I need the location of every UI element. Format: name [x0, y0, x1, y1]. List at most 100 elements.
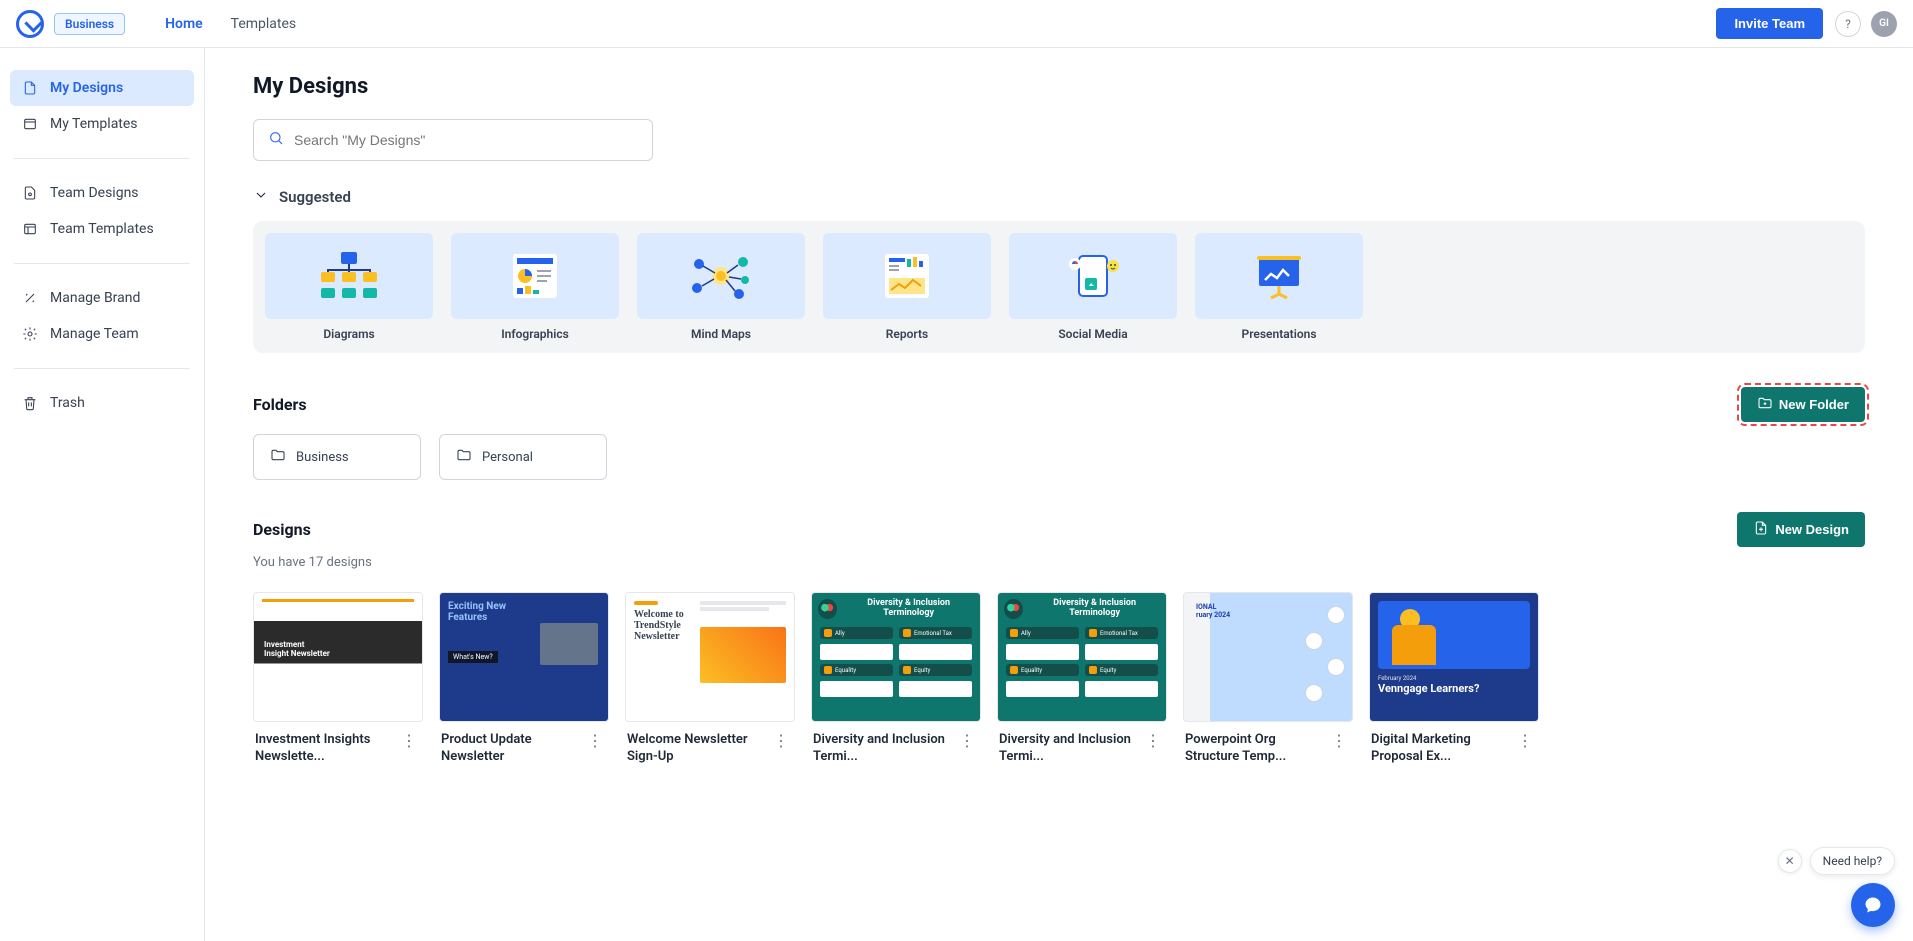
nav-home[interactable]: Home [165, 16, 203, 32]
chat-fab[interactable] [1851, 883, 1895, 927]
help-button[interactable]: ? [1835, 11, 1861, 37]
sidebar-label: My Designs [50, 80, 123, 96]
design-thumbnail: February 2024 Venngage Learners? [1369, 592, 1539, 722]
sidebar-label: Team Designs [50, 185, 139, 201]
design-thumbnail: IONALruary 2024 [1183, 592, 1353, 722]
design-title: Powerpoint Org Structure Temp... [1185, 732, 1325, 766]
gear-icon [22, 326, 38, 342]
sidebar-item-team-designs[interactable]: Team Designs [10, 175, 194, 211]
template-icon [22, 116, 38, 132]
design-title: Diversity and Inclusion Termi... [999, 732, 1139, 766]
folder-personal[interactable]: Personal [439, 434, 607, 480]
designs-grid: InvestmentInsight Newsletter Investment … [253, 592, 1865, 766]
plan-badge[interactable]: Business [54, 13, 125, 35]
team-template-icon [22, 221, 38, 237]
folder-business[interactable]: Business [253, 434, 421, 480]
suggested-reports[interactable]: Reports [823, 233, 991, 341]
topbar: Business Home Templates Invite Team ? GI [0, 0, 1913, 48]
close-icon: ✕ [1785, 854, 1795, 868]
design-title: Diversity and Inclusion Termi... [813, 732, 953, 766]
design-menu-button[interactable]: ⋮ [583, 732, 607, 752]
team-file-icon [22, 185, 38, 201]
mindmap-icon [689, 250, 753, 302]
suggested-infographics[interactable]: Infographics [451, 233, 619, 341]
new-folder-button[interactable]: New Folder [1741, 387, 1865, 422]
suggested-toggle[interactable]: Suggested [253, 187, 1865, 207]
design-thumbnail: Diversity & Inclusion Terminology AllyEm… [997, 592, 1167, 722]
chat-icon [1863, 895, 1883, 915]
main-content: My Designs Suggested Diagrams Infographi… [205, 48, 1913, 941]
folder-label: Personal [482, 450, 533, 465]
close-help-button[interactable]: ✕ [1778, 849, 1802, 873]
button-label: New Folder [1779, 397, 1849, 412]
top-nav: Home Templates [165, 16, 296, 32]
search-input[interactable] [294, 132, 638, 148]
suggested-label: Diagrams [265, 327, 433, 341]
diagram-icon [317, 250, 381, 302]
file-plus-icon [1753, 520, 1769, 539]
file-icon [22, 80, 38, 96]
suggested-mindmaps[interactable]: Mind Maps [637, 233, 805, 341]
design-menu-button[interactable]: ⋮ [1513, 732, 1537, 752]
design-thumbnail: Welcome toTrendStyleNewsletter [625, 592, 795, 722]
button-label: New Design [1775, 522, 1849, 537]
sidebar-item-manage-team[interactable]: Manage Team [10, 316, 194, 352]
designs-heading: Designs [253, 520, 311, 539]
design-card[interactable]: Diversity & Inclusion Terminology AllyEm… [811, 592, 981, 766]
design-menu-button[interactable]: ⋮ [769, 732, 793, 752]
invite-team-button[interactable]: Invite Team [1716, 8, 1823, 39]
design-card[interactable]: Welcome toTrendStyleNewsletter Welcome N… [625, 592, 795, 766]
design-card[interactable]: February 2024 Venngage Learners? Digital… [1369, 592, 1539, 766]
sidebar-label: Team Templates [50, 221, 154, 237]
sidebar-item-team-templates[interactable]: Team Templates [10, 211, 194, 247]
design-card[interactable]: InvestmentInsight Newsletter Investment … [253, 592, 423, 766]
suggested-label: Mind Maps [637, 327, 805, 341]
sidebar-label: Trash [50, 395, 85, 411]
folder-plus-icon [1757, 395, 1773, 414]
user-avatar[interactable]: GI [1871, 11, 1897, 37]
new-design-button[interactable]: New Design [1737, 512, 1865, 547]
infographic-icon [503, 250, 567, 302]
design-title: Digital Marketing Proposal Ex... [1371, 732, 1511, 766]
design-thumbnail: InvestmentInsight Newsletter [253, 592, 423, 722]
design-card[interactable]: Exciting NewFeatures What's New? Product… [439, 592, 609, 766]
help-widget: ✕ Need help? [1778, 847, 1895, 875]
design-title: Product Update Newsletter [441, 732, 581, 766]
sidebar-item-my-designs[interactable]: My Designs [10, 70, 194, 106]
suggested-presentations[interactable]: Presentations [1195, 233, 1363, 341]
nav-templates[interactable]: Templates [231, 16, 297, 32]
design-menu-button[interactable]: ⋮ [1141, 732, 1165, 752]
sidebar-item-manage-brand[interactable]: Manage Brand [10, 280, 194, 316]
sidebar-label: Manage Team [50, 326, 139, 342]
design-menu-button[interactable]: ⋮ [1327, 732, 1351, 752]
report-icon [875, 250, 939, 302]
suggested-label: Presentations [1195, 327, 1363, 341]
sidebar: My Designs My Templates Team Designs Tea… [0, 48, 205, 941]
designs-count: You have 17 designs [253, 555, 1865, 570]
social-icon [1061, 250, 1125, 302]
suggested-label: Social Media [1009, 327, 1177, 341]
page-title: My Designs [253, 74, 1865, 99]
search-box[interactable] [253, 119, 653, 161]
design-card[interactable]: IONALruary 2024 Powerpoint Org Structure… [1183, 592, 1353, 766]
design-menu-button[interactable]: ⋮ [955, 732, 979, 752]
design-menu-button[interactable]: ⋮ [397, 732, 421, 752]
sidebar-item-trash[interactable]: Trash [10, 385, 194, 421]
sidebar-label: Manage Brand [50, 290, 140, 306]
sidebar-label: My Templates [50, 116, 138, 132]
suggested-social[interactable]: Social Media [1009, 233, 1177, 341]
sidebar-item-my-templates[interactable]: My Templates [10, 106, 194, 142]
logo-icon [16, 10, 44, 38]
design-thumbnail: Exciting NewFeatures What's New? [439, 592, 609, 722]
design-card[interactable]: Diversity & Inclusion Terminology AllyEm… [997, 592, 1167, 766]
folder-label: Business [296, 450, 349, 465]
suggested-diagrams[interactable]: Diagrams [265, 233, 433, 341]
trash-icon [22, 395, 38, 411]
help-bubble[interactable]: Need help? [1810, 847, 1895, 875]
suggested-label: Infographics [451, 327, 619, 341]
design-title: Investment Insights Newslette... [255, 732, 395, 766]
wand-icon [22, 290, 38, 306]
suggested-heading: Suggested [279, 188, 351, 206]
folders-heading: Folders [253, 395, 307, 414]
chevron-down-icon [253, 187, 269, 207]
